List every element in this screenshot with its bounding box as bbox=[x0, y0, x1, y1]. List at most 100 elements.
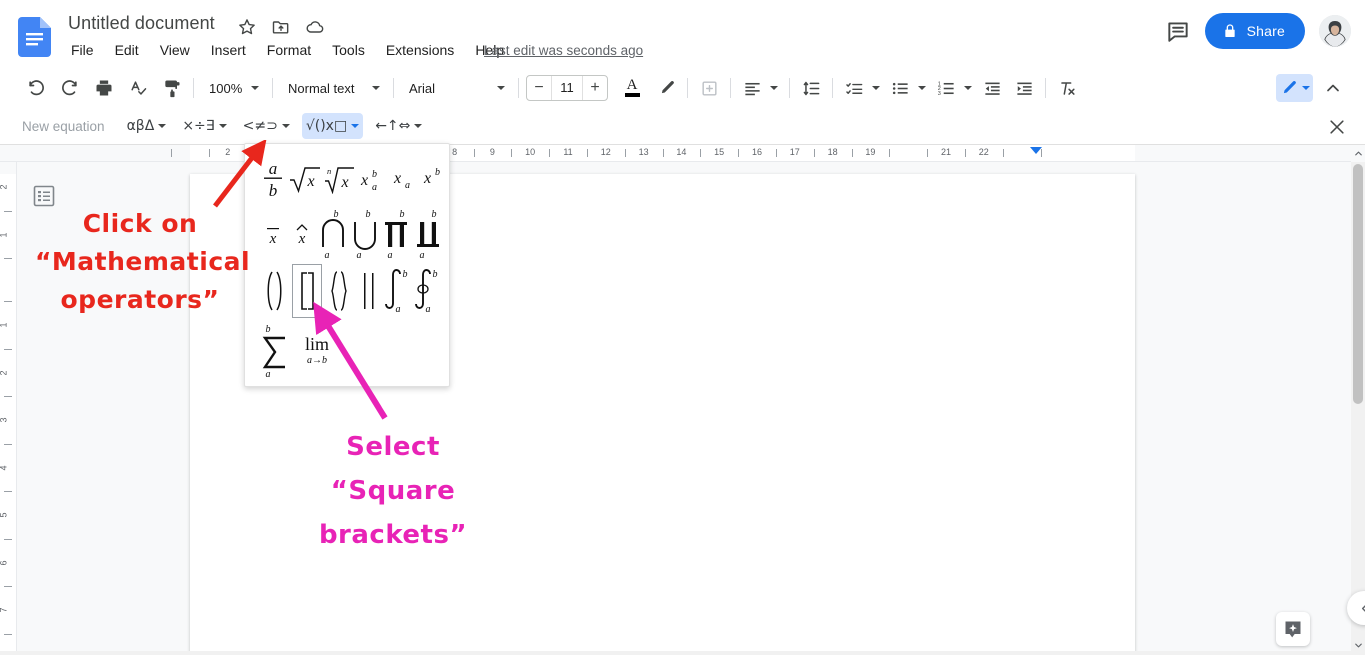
scroll-down-button[interactable] bbox=[1351, 637, 1365, 653]
font-size-decrease-button[interactable]: − bbox=[527, 76, 551, 100]
menu-file[interactable]: File bbox=[69, 41, 96, 59]
vertical-ruler[interactable]: 2 1 1 2 3 4 5 6 7 bbox=[0, 162, 17, 655]
comment-icon[interactable] bbox=[1165, 18, 1191, 44]
chevron-down-icon[interactable] bbox=[872, 86, 880, 90]
ruler-tick bbox=[738, 149, 740, 157]
vruler-tick bbox=[4, 258, 12, 260]
page-title[interactable]: Untitled document bbox=[68, 13, 215, 34]
equation-group-greek-letters[interactable]: αβΔ bbox=[123, 113, 171, 139]
paragraph-style-select[interactable]: Normal text bbox=[280, 74, 386, 102]
editing-mode-button[interactable] bbox=[1276, 74, 1313, 102]
vertical-scrollbar[interactable] bbox=[1351, 162, 1365, 655]
svg-text:x: x bbox=[269, 231, 277, 247]
bulleted-list-icon[interactable] bbox=[886, 74, 914, 102]
math-item-parentheses[interactable] bbox=[261, 264, 288, 318]
chevron-left-icon bbox=[1361, 604, 1365, 612]
horizontal-ruler[interactable]: 256789101112131415161718192122 bbox=[0, 145, 1365, 162]
menu-tools[interactable]: Tools bbox=[330, 41, 367, 59]
numbered-list-icon[interactable]: 1 2 3 bbox=[932, 74, 960, 102]
toolbar-divider bbox=[518, 78, 519, 98]
redo-icon[interactable] bbox=[56, 74, 84, 102]
last-edit-status[interactable]: Last edit was seconds ago bbox=[484, 43, 643, 58]
explore-button[interactable] bbox=[1276, 612, 1310, 646]
align-left-icon[interactable] bbox=[738, 74, 766, 102]
close-icon[interactable] bbox=[1327, 117, 1347, 137]
math-item-fraction[interactable]: a b bbox=[261, 154, 285, 202]
spellcheck-icon[interactable] bbox=[124, 74, 152, 102]
zoom-select[interactable]: 100% bbox=[201, 74, 265, 102]
increase-indent-icon[interactable] bbox=[1010, 74, 1038, 102]
math-item-overbar[interactable]: x bbox=[261, 206, 285, 260]
chevron-down-icon[interactable] bbox=[918, 86, 926, 90]
document-outline-icon[interactable] bbox=[32, 184, 56, 208]
avatar[interactable] bbox=[1319, 15, 1351, 47]
chevron-down-icon[interactable] bbox=[964, 86, 972, 90]
share-button[interactable]: Share bbox=[1204, 13, 1305, 49]
move-to-folder-icon[interactable] bbox=[271, 17, 291, 37]
menu-edit[interactable]: Edit bbox=[113, 41, 141, 59]
menu-view[interactable]: View bbox=[158, 41, 192, 59]
equation-group-relations[interactable]: <≠⊃ bbox=[239, 113, 294, 139]
math-item-coproduct[interactable]: b a bbox=[413, 206, 445, 260]
math-item-intersection[interactable]: b a bbox=[317, 206, 349, 260]
menu-insert[interactable]: Insert bbox=[209, 41, 248, 59]
new-equation-label[interactable]: New equation bbox=[22, 119, 105, 134]
menu-extensions[interactable]: Extensions bbox=[384, 41, 456, 59]
math-item-sub-superscript[interactable]: x b a bbox=[357, 154, 387, 202]
decrease-indent-icon[interactable] bbox=[978, 74, 1006, 102]
math-item-contour-integral[interactable]: b a bbox=[413, 264, 443, 318]
print-icon[interactable] bbox=[90, 74, 118, 102]
ruler-tick bbox=[851, 149, 853, 157]
math-item-subscript[interactable]: x a bbox=[389, 154, 419, 202]
menu-format[interactable]: Format bbox=[265, 41, 313, 59]
highlight-pen-icon[interactable] bbox=[652, 74, 680, 102]
equation-group-arrows[interactable]: ←↑⇔ bbox=[371, 113, 426, 139]
checklist-icon[interactable] bbox=[840, 74, 868, 102]
math-item-square-root[interactable]: x bbox=[289, 154, 321, 202]
math-item-product[interactable]: b a bbox=[381, 206, 413, 260]
arrows-glyph: ←↑⇔ bbox=[375, 118, 411, 134]
line-spacing-icon[interactable] bbox=[797, 74, 825, 102]
add-comment-icon[interactable] bbox=[695, 74, 723, 102]
font-size-input[interactable]: 11 bbox=[551, 76, 583, 100]
math-item-limit[interactable]: lim a→b bbox=[295, 321, 339, 379]
math-item-curly-braces[interactable] bbox=[324, 264, 354, 318]
scrollbar-thumb[interactable] bbox=[1353, 164, 1363, 404]
chevron-down-icon bbox=[158, 124, 167, 128]
math-item-union[interactable]: b a bbox=[349, 206, 381, 260]
lock-icon bbox=[1224, 24, 1235, 37]
math-item-square-brackets[interactable] bbox=[291, 264, 323, 318]
scroll-up-button[interactable] bbox=[1351, 145, 1365, 162]
svg-text:x: x bbox=[360, 172, 368, 189]
cloud-saved-icon[interactable] bbox=[305, 17, 325, 37]
math-item-vertical-bars[interactable] bbox=[355, 264, 384, 318]
svg-text:a: a bbox=[372, 182, 377, 193]
math-item-integral[interactable]: b a bbox=[383, 264, 413, 318]
font-size-increase-button[interactable]: + bbox=[583, 76, 607, 100]
star-icon[interactable] bbox=[237, 17, 257, 37]
undo-icon[interactable] bbox=[22, 74, 50, 102]
equation-toolbar: New equation αβΔ ×÷∃ <≠⊃ √()x□ ←↑⇔ bbox=[0, 108, 1365, 145]
math-item-nth-root[interactable]: n x bbox=[323, 154, 355, 202]
toolbar-divider bbox=[272, 78, 273, 98]
paint-format-icon[interactable] bbox=[158, 74, 186, 102]
right-indent-marker[interactable] bbox=[1030, 147, 1042, 154]
svg-text:b: b bbox=[433, 269, 438, 280]
math-item-hat[interactable]: x bbox=[289, 206, 315, 260]
docs-file-icon[interactable] bbox=[18, 17, 51, 57]
bottom-edge bbox=[0, 651, 1365, 655]
math-item-superscript[interactable]: x b bbox=[419, 154, 449, 202]
font-size-stepper[interactable]: − 11 + bbox=[526, 75, 608, 101]
math-item-summation[interactable]: b a bbox=[259, 321, 293, 379]
vruler-tick-label: 7 bbox=[0, 607, 9, 612]
clear-formatting-icon[interactable] bbox=[1053, 74, 1081, 102]
collapse-toolbar-button[interactable] bbox=[1319, 74, 1347, 102]
equation-group-mathematical-operators[interactable]: √()x□ bbox=[301, 113, 364, 139]
chevron-down-icon[interactable] bbox=[770, 86, 778, 90]
font-family-select[interactable]: Arial bbox=[401, 74, 511, 102]
text-color-button[interactable]: A bbox=[618, 74, 646, 102]
ruler-tick bbox=[813, 149, 815, 157]
equation-group-miscellaneous-operations[interactable]: ×÷∃ bbox=[178, 113, 230, 139]
mathematical-operators-panel[interactable]: a b x n x x b a x a x b x x b a b a b a … bbox=[244, 143, 450, 387]
vruler-tick-label: 5 bbox=[0, 512, 9, 517]
